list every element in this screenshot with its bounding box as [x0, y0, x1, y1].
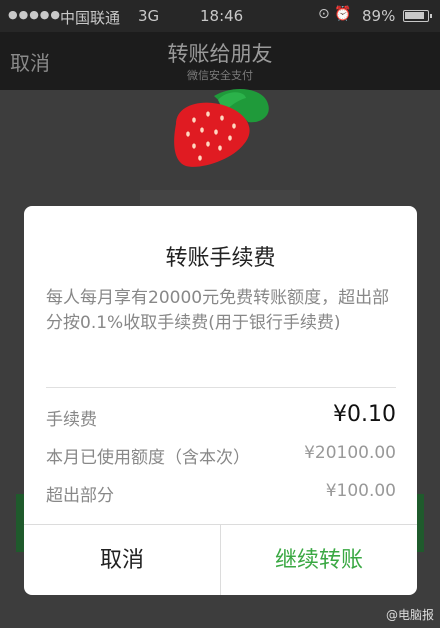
used-quota-label: 本月已使用额度（含本次）: [46, 448, 250, 468]
divider: [46, 387, 396, 388]
carrier-name: 中国联通: [60, 9, 121, 27]
exceed-label: 超出部分: [46, 486, 114, 506]
signal-strength-icon: ●●●●●: [8, 8, 61, 21]
nav-bar: 取消 转账给朋友 微信安全支付: [0, 32, 440, 90]
cancel-button[interactable]: 取消: [24, 525, 221, 595]
clock: 18:46: [200, 7, 244, 25]
dialog-button-bar: 取消 继续转账: [24, 524, 417, 595]
fee-value: ¥0.10: [333, 402, 396, 427]
fee-dialog: 转账手续费 每人每月享有20000元免费转账额度，超出部分按0.1%收取手续费(…: [24, 206, 417, 595]
strawberry-avatar-icon: [174, 89, 269, 167]
continue-transfer-button[interactable]: 继续转账: [221, 525, 417, 595]
used-quota-value: ¥20100.00: [304, 443, 396, 463]
page-title: 转账给朋友: [167, 42, 273, 66]
fee-label: 手续费: [46, 410, 97, 430]
network-type: 3G: [138, 7, 160, 25]
status-bar: ●●●●● 中国联通 3G 18:46 ⊙ ⏰ 89%: [0, 0, 440, 32]
watermark: @电脑报: [385, 608, 434, 622]
dialog-title: 转账手续费: [165, 246, 276, 271]
battery-icon: [403, 10, 432, 22]
battery-percent: 89%: [362, 7, 396, 25]
dialog-description: 每人每月享有20000元免费转账额度，超出部分按0.1%收取手续费(用于银行手续…: [46, 288, 390, 333]
exceed-value: ¥100.00: [325, 481, 396, 501]
page-subtitle: 微信安全支付: [187, 69, 253, 82]
rotation-lock-alarm-icon: ⊙ ⏰: [318, 6, 352, 22]
